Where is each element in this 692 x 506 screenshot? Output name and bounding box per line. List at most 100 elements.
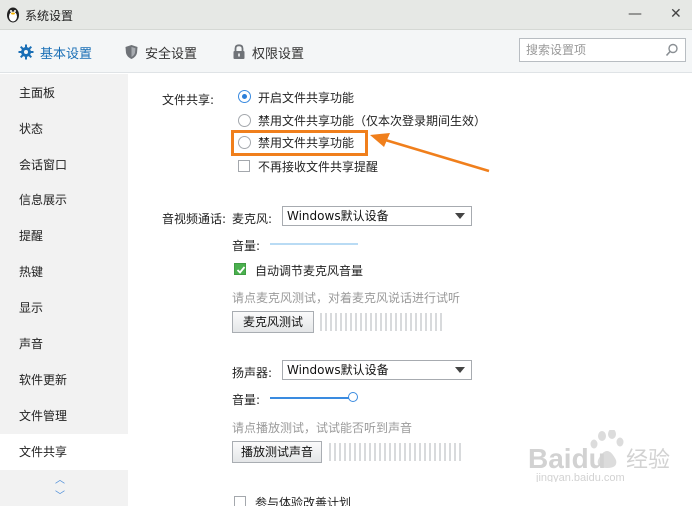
meter-bar [339,443,341,461]
close-button[interactable]: ✕ [670,5,682,23]
meter-bar [384,443,386,461]
speaker-test-button[interactable]: 播放测试声音 [232,441,322,463]
radio-label: 开启文件共享功能 [258,91,355,105]
baidu-watermark: Baidu 经验 jingyan.baidu.com [528,429,688,485]
meter-bar [349,443,351,461]
meter-bar [389,443,391,461]
meter-bar [350,313,352,331]
sidebar-item-software-update[interactable]: 软件更新 [0,362,128,398]
search-icon[interactable] [665,43,679,57]
meter-bar [409,443,411,461]
watermark-url: jingyan.baidu.com [535,472,625,482]
checkmark-icon [236,266,246,274]
sidebar-item-hotkeys[interactable]: 热键 [0,254,128,290]
sidebar-item-reminder[interactable]: 提醒 [0,218,128,254]
meter-bar [379,443,381,461]
checkbox-label: 不再接收文件共享提醒 [258,160,379,174]
meter-bar [459,443,461,461]
meter-bar [399,443,401,461]
meter-bar [330,313,332,331]
meter-bar [440,313,442,331]
meter-bar [435,313,437,331]
sidebar-item-status[interactable]: 状态 [0,111,128,147]
meter-bar [395,313,397,331]
watermark-brand: Baidu [528,443,606,474]
tab-label: 基本设置 [40,46,93,62]
meter-bar [374,443,376,461]
sidebar-item-info-display[interactable]: 信息展示 [0,182,128,218]
meter-bar [429,443,431,461]
lock-icon [233,44,245,59]
radio-disable-session[interactable] [238,114,251,127]
speaker-test-hint: 请点播放测试，试试能否听到声音 [232,421,413,435]
meter-bar [410,313,412,331]
meter-bar [400,313,402,331]
meter-bar [370,313,372,331]
meter-bar [329,443,331,461]
speaker-level-meter [329,443,464,461]
dropdown-arrow-icon [455,367,465,373]
tab-permission-settings[interactable]: 权限设置 [232,42,304,62]
meter-bar [415,313,417,331]
sidebar-item-file-management[interactable]: 文件管理 [0,398,128,434]
radio-enable-file-share[interactable] [238,90,251,103]
checkbox-auto-adjust-mic[interactable] [234,263,246,275]
meter-bar [424,443,426,461]
sidebar-item-sound[interactable]: 声音 [0,326,128,362]
chevron-up-icon[interactable]: ︿ [55,475,65,487]
window-title: 系统设置 [25,9,74,23]
mic-test-button[interactable]: 麦克风测试 [232,311,314,333]
file-share-label: 文件共享: [162,93,215,107]
meter-bar [375,313,377,331]
meter-bar [405,313,407,331]
tab-label: 权限设置 [252,46,305,62]
tab-security-settings[interactable]: 安全设置 [124,42,197,62]
radio-label: 禁用文件共享功能（仅本次登录期间生效） [258,114,487,128]
meter-bar [335,313,337,331]
settings-sidebar: 主面板 状态 会话窗口 信息展示 提醒 热键 显示 声音 软件更新 文件管理 文… [0,74,128,506]
chevron-down-icon[interactable]: ﹀ [55,491,65,503]
gear-icon [18,44,34,60]
tab-label: 安全设置 [145,46,198,62]
select-value: Windows默认设备 [287,209,389,223]
speaker-volume-handle[interactable] [348,392,358,402]
speaker-volume-slider[interactable] [270,397,352,399]
sidebar-item-file-share[interactable]: 文件共享 [0,434,128,470]
checkbox-experience-plan[interactable] [234,496,246,506]
meter-bar [380,313,382,331]
title-bar: 系统设置 — ✕ [0,0,692,30]
meter-bar [354,443,356,461]
highlight-box [231,130,368,156]
mic-test-hint: 请点麦克风测试，对着麦克风说话进行试听 [232,291,461,305]
meter-bar [419,443,421,461]
mic-volume-slider[interactable] [270,243,358,245]
av-call-label: 音视频通话: [162,212,227,226]
mic-volume-label: 音量: [232,239,261,253]
sidebar-item-chat-window[interactable]: 会话窗口 [0,147,128,183]
meter-bar [365,313,367,331]
checkbox-no-remind[interactable] [238,160,250,172]
sidebar-item-display[interactable]: 显示 [0,290,128,326]
meter-bar [439,443,441,461]
meter-bar [449,443,451,461]
settings-tab-bar: 基本设置 安全设置 权限设置 [0,30,692,73]
meter-bar [325,313,327,331]
meter-bar [334,443,336,461]
paw-logo-icon: Baidu 经验 jingyan.baidu.com [528,429,670,484]
meter-bar [425,313,427,331]
meter-bar [360,313,362,331]
meter-bar [444,443,446,461]
speaker-device-select[interactable]: Windows默认设备 [282,360,472,380]
mic-device-select[interactable]: Windows默认设备 [282,206,472,226]
meter-bar [385,313,387,331]
meter-bar [320,313,322,331]
meter-bar [394,443,396,461]
minimize-button[interactable]: — [628,5,642,23]
meter-bar [359,443,361,461]
mic-level-meter [320,313,445,331]
tab-basic-settings[interactable]: 基本设置 [18,42,92,62]
search-box[interactable] [519,38,686,62]
meter-bar [344,443,346,461]
search-input[interactable] [520,39,660,61]
sidebar-item-main-panel[interactable]: 主面板 [0,75,128,111]
